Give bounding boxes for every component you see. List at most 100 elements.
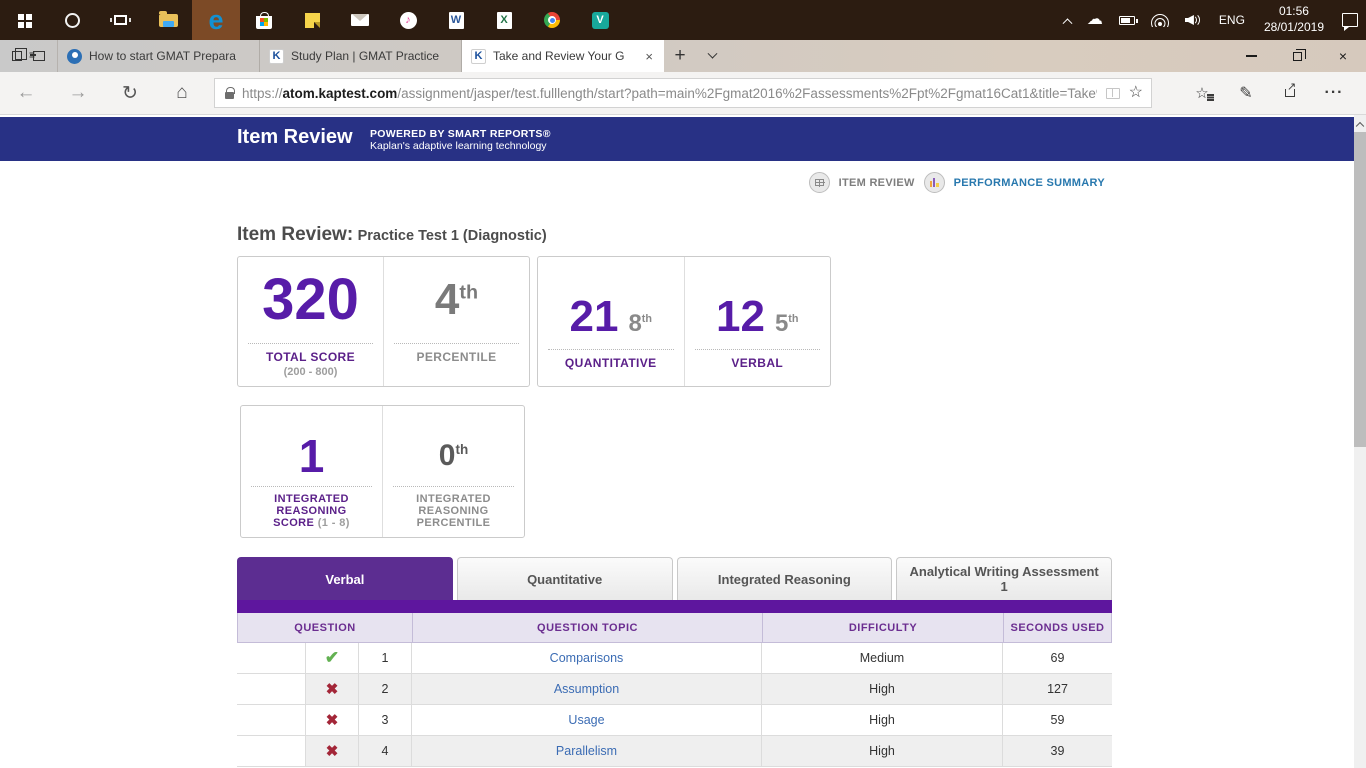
excel-button[interactable]: X	[480, 0, 528, 40]
view-nav: ITEM REVIEW PERFORMANCE SUMMARY	[809, 172, 1105, 193]
verbal-percentile: 5th	[775, 312, 799, 336]
tab-take-review[interactable]: K Take and Review Your G ×	[462, 40, 664, 72]
favorite-star-icon[interactable]: ☆	[1129, 85, 1143, 101]
mail-button[interactable]	[336, 0, 384, 40]
row-blank-cell	[237, 674, 306, 704]
action-center-button[interactable]	[1334, 0, 1366, 40]
tab-gmat-prep[interactable]: How to start GMAT Prepara	[58, 40, 260, 72]
question-number: 2	[359, 674, 412, 704]
col-difficulty: DIFFICULTY	[763, 613, 1004, 642]
seconds-cell: 59	[1003, 705, 1112, 735]
tab-preview-icon[interactable]	[12, 51, 22, 61]
file-explorer-button[interactable]	[144, 0, 192, 40]
ir-percentile-label: INTEGRATED REASONING	[393, 493, 514, 517]
correct-icon: ✔	[325, 648, 339, 668]
tab-quantitative[interactable]: Quantitative	[457, 557, 673, 600]
topic-link[interactable]: Comparisons	[550, 651, 624, 665]
tab-awa[interactable]: Analytical Writing Assessment 1	[896, 557, 1112, 600]
item-review-link[interactable]: ITEM REVIEW	[839, 177, 915, 189]
more-button[interactable]: ···	[1312, 84, 1356, 102]
page-title: Item Review: Practice Test 1 (Diagnostic…	[237, 224, 547, 246]
result-cell: ✖	[306, 736, 359, 766]
kaplan-favicon: K	[471, 49, 486, 64]
topic-link[interactable]: Parallelism	[556, 744, 617, 758]
ir-percentile-value: 0th	[439, 441, 468, 471]
forward-button[interactable]: →	[52, 82, 104, 104]
col-seconds: SECONDS USED	[1004, 613, 1111, 642]
topic-cell: Comparisons	[412, 643, 762, 673]
onedrive-tray-button[interactable]: ☁	[1079, 0, 1111, 40]
seconds-cell: 127	[1003, 674, 1112, 704]
battery-tray-button[interactable]	[1111, 0, 1143, 40]
topic-link[interactable]: Usage	[568, 713, 604, 727]
test-name: Practice Test 1 (Diagnostic)	[358, 228, 547, 244]
ir-score-label2: SCORE (1 - 8)	[251, 517, 372, 529]
share-button[interactable]	[1268, 84, 1312, 102]
share-icon	[1285, 89, 1295, 97]
scrollbar-thumb[interactable]	[1354, 132, 1366, 447]
clock[interactable]: 01:56 28/01/2019	[1254, 4, 1334, 35]
quant-label: QUANTITATIVE	[548, 356, 674, 370]
store-button[interactable]	[240, 0, 288, 40]
teal-app-button[interactable]: V	[576, 0, 624, 40]
url-field[interactable]: https://atom.kaptest.com/assignment/jasp…	[214, 78, 1152, 108]
task-view-button[interactable]	[96, 0, 144, 40]
start-button[interactable]	[0, 0, 48, 40]
close-window-button[interactable]: ×	[1320, 40, 1366, 72]
restore-icon	[1293, 52, 1302, 61]
restore-button[interactable]	[1274, 40, 1320, 72]
verbal-score-value: 12	[716, 295, 765, 339]
reading-view-icon[interactable]	[1106, 88, 1120, 99]
topic-link[interactable]: Assumption	[554, 682, 619, 696]
banner-title: Item Review	[237, 126, 353, 149]
tab-title: How to start GMAT Prepara	[89, 49, 250, 63]
close-tab-icon[interactable]: ×	[643, 49, 655, 64]
minimize-button[interactable]	[1228, 40, 1274, 72]
folder-icon	[159, 14, 178, 27]
performance-summary-link[interactable]: PERFORMANCE SUMMARY	[954, 177, 1105, 189]
itunes-button[interactable]: ♪	[384, 0, 432, 40]
word-button[interactable]: W	[432, 0, 480, 40]
sticky-notes-button[interactable]	[288, 0, 336, 40]
tab-study-plan[interactable]: K Study Plan | GMAT Practice	[260, 40, 462, 72]
windows-logo-icon	[18, 14, 24, 20]
difficulty-cell: High	[762, 736, 1003, 766]
seconds-cell: 39	[1003, 736, 1112, 766]
page-title-label: Item Review:	[237, 224, 353, 245]
volume-tray-button[interactable]	[1177, 0, 1210, 40]
edge-taskbar-button[interactable]: e	[192, 0, 240, 40]
powered-line2: Kaplan's adaptive learning technology	[370, 140, 551, 152]
back-button[interactable]: ←	[0, 82, 52, 104]
chrome-button[interactable]	[528, 0, 576, 40]
tab-integrated-reasoning[interactable]: Integrated Reasoning	[677, 557, 893, 600]
home-button[interactable]: ⌂	[156, 82, 208, 104]
network-tray-button[interactable]	[1143, 0, 1177, 40]
percentile-value: 4th	[435, 278, 478, 322]
kaplan-favicon: K	[269, 49, 284, 64]
scrollbar-up-button[interactable]	[1354, 115, 1366, 132]
task-view-icon	[114, 15, 127, 25]
date-text: 28/01/2019	[1264, 20, 1324, 36]
screen: e ♪ W X V ☁ ENG 01:56 28/01/2019	[0, 0, 1366, 768]
language-indicator[interactable]: ENG	[1210, 13, 1254, 27]
tab-verbal[interactable]: Verbal	[237, 557, 453, 600]
page-scrollbar[interactable]	[1354, 115, 1366, 768]
table-row: ✔ 1 Comparisons Medium 69	[237, 643, 1112, 674]
mail-icon	[351, 14, 369, 26]
edge-icon: e	[208, 7, 223, 34]
tab-list-button[interactable]	[696, 40, 728, 72]
new-tab-button[interactable]: +	[664, 40, 696, 72]
incorrect-icon: ✖	[326, 680, 339, 698]
refresh-button[interactable]: ↻	[104, 82, 156, 105]
ir-score-value: 1	[299, 433, 325, 479]
ir-percentile-half: 0th INTEGRATED REASONING PERCENTILE	[382, 406, 524, 537]
question-number: 3	[359, 705, 412, 735]
annotate-button[interactable]: ✎	[1224, 83, 1268, 103]
total-score-value: 320	[262, 271, 359, 329]
total-score-range: (200 - 800)	[248, 366, 373, 378]
hub-button[interactable]: ☆	[1180, 84, 1224, 103]
tray-expand-button[interactable]	[1056, 0, 1079, 40]
set-tabs-aside-icon[interactable]	[33, 51, 45, 61]
cortana-button[interactable]	[48, 0, 96, 40]
page-content: Item Review POWERED BY SMART REPORTS® Ka…	[0, 115, 1366, 768]
